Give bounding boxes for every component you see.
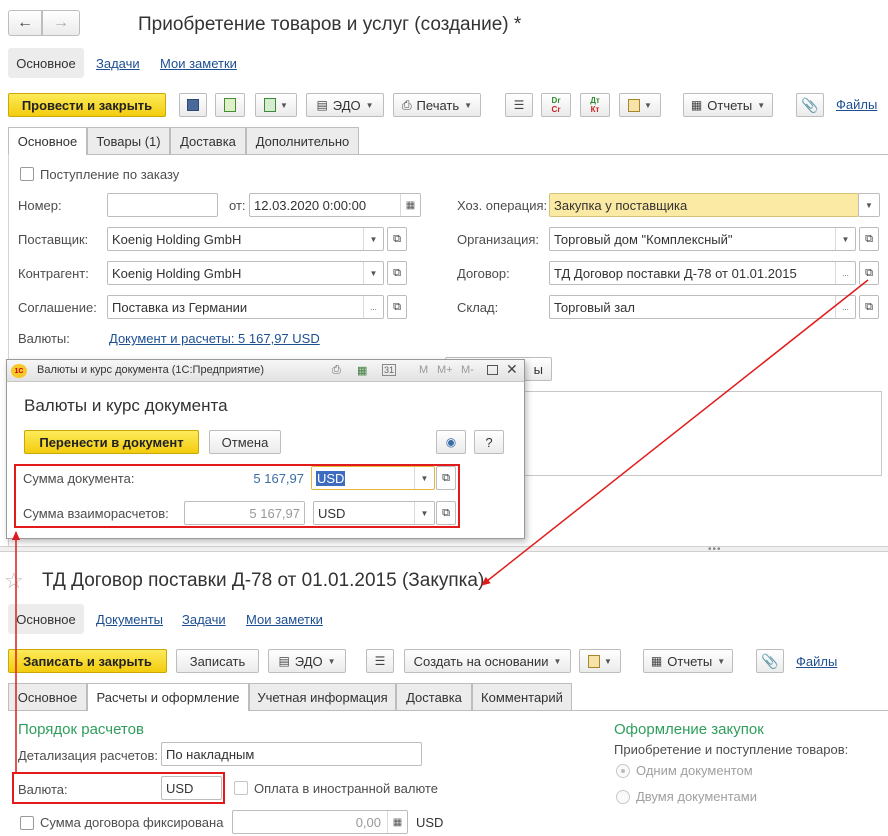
annotation-arrows xyxy=(12,279,869,772)
arrow-contract-to-title xyxy=(481,279,869,586)
